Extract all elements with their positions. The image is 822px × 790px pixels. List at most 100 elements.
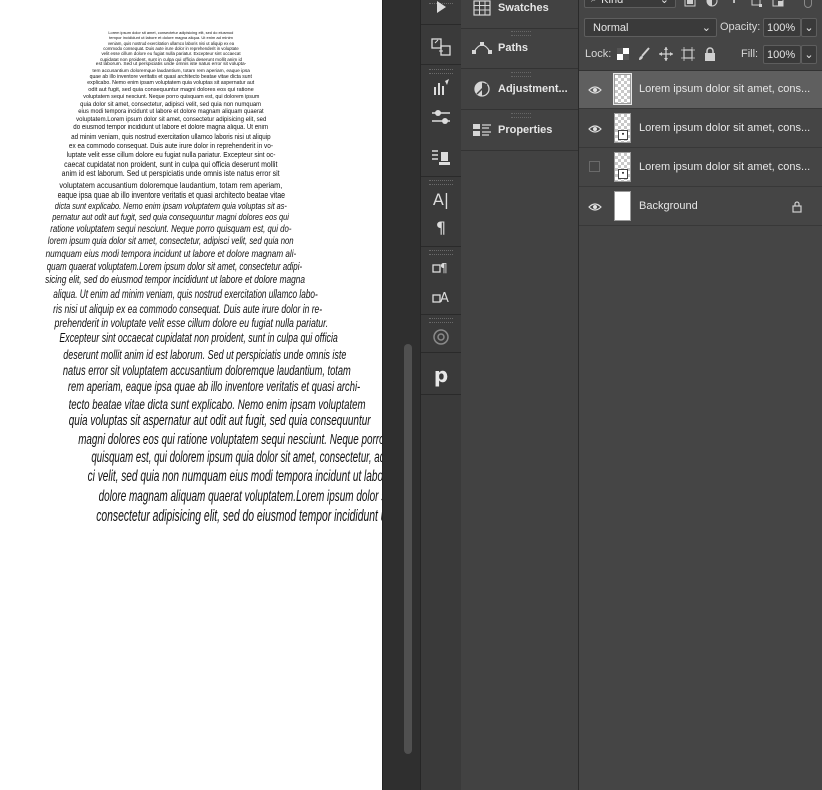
lock-transparent-pixels-icon[interactable] bbox=[616, 47, 630, 61]
brush-settings-icon[interactable] bbox=[426, 106, 456, 128]
layer-row-text-1[interactable]: Lorem ipsum dolor sit amet, cons... bbox=[579, 71, 822, 109]
search-icon: ⌕ bbox=[591, 0, 597, 6]
canvas-text-run: deserunt mollit anim id est laborum. Sed… bbox=[63, 346, 347, 362]
canvas-text-run: ex ea commodo consequat. Duis aute irure… bbox=[68, 141, 274, 151]
canvas-text-run: ad minim veniam, quis nostrud exercitati… bbox=[71, 132, 271, 141]
lock-image-pixels-brush-icon[interactable] bbox=[637, 47, 651, 61]
layer-name[interactable]: Lorem ipsum dolor sit amet, cons... bbox=[639, 161, 814, 173]
vertical-scrollbar[interactable] bbox=[404, 344, 412, 754]
filter-shape-icon[interactable] bbox=[749, 0, 763, 8]
canvas-text-line: voluptatem.Lorem ipsum dolor sit amet, c… bbox=[0, 116, 342, 124]
filter-kind-select[interactable]: ⌕ Kind ⌄ bbox=[584, 0, 676, 8]
layer-name[interactable]: Lorem ipsum dolor sit amet, cons... bbox=[639, 83, 814, 95]
canvas-text-run: prehenderit in voluptate velit esse cill… bbox=[54, 316, 329, 331]
eye-icon[interactable] bbox=[588, 122, 602, 136]
grip-handle[interactable] bbox=[429, 318, 453, 323]
chevron-down-icon: ⌄ bbox=[701, 22, 711, 34]
canvas-text-block[interactable]: Lorem ipsum dolor sit amet, consectetur … bbox=[0, 30, 382, 526]
canvas-text-run: sicing elit, sed do eiusmod tempor incid… bbox=[45, 274, 305, 287]
layer-name[interactable]: Background bbox=[639, 200, 814, 212]
canvas-text-run: lorem ipsum quia dolor sit amet, consect… bbox=[48, 235, 294, 247]
panel-label: Swatches bbox=[498, 2, 549, 14]
layer-row-text-2[interactable]: ▪ Lorem ipsum dolor sit amet, cons... bbox=[579, 110, 822, 148]
swatches-grid-icon bbox=[469, 0, 495, 16]
grip-handle[interactable] bbox=[429, 69, 453, 74]
canvas-text-line: pernatur aut odit aut fugit, sed quia co… bbox=[0, 212, 342, 224]
panel-swatches[interactable]: Swatches bbox=[461, 0, 578, 29]
canvas-text-line: ci velit, sed quia non numquam eius modi… bbox=[0, 467, 382, 486]
canvas-text-run: quia voluptas sit aspernatur aut odit au… bbox=[68, 412, 371, 429]
visibility-toggle-hidden[interactable] bbox=[589, 161, 600, 172]
canvas-text-line: numquam eius modi tempora incidunt ut la… bbox=[0, 248, 342, 261]
canvas-text-run: anim id est laborum. Sed ut perspiciatis… bbox=[62, 169, 280, 179]
canvas-text-line: consectetur adipisicing elit, sed do eiu… bbox=[0, 506, 382, 526]
canvas-text-run: do eiusmod tempor incididunt ut labore e… bbox=[73, 124, 269, 132]
lock-artboard-icon[interactable] bbox=[681, 47, 695, 61]
tool-presets-icon[interactable] bbox=[426, 146, 456, 168]
panel-paths[interactable]: Paths bbox=[461, 28, 578, 69]
canvas-text-line: ris nisi ut aliquip ex ea commodo conseq… bbox=[0, 302, 342, 317]
canvas-scroll-gutter bbox=[382, 0, 421, 790]
canvas-text-line: dicta sunt explicabo. Nemo enim ipsam vo… bbox=[0, 201, 342, 212]
opacity-input[interactable]: 100% bbox=[763, 18, 801, 37]
grip-handle[interactable] bbox=[511, 72, 531, 77]
fill-dropdown[interactable]: ⌄ bbox=[801, 45, 817, 64]
canvas-text-line: Excepteur sint occaecat cupidatat non pr… bbox=[0, 331, 342, 346]
canvas-text-run: quia dolor sit amet, consectetur, adipis… bbox=[80, 101, 262, 109]
panel-adjustments[interactable]: Adjustment... bbox=[461, 69, 578, 110]
layer-name[interactable]: Lorem ipsum dolor sit amet, cons... bbox=[639, 122, 814, 134]
layer-row-background[interactable]: Background bbox=[579, 188, 822, 226]
canvas-text-line: deserunt mollit anim id est laborum. Sed… bbox=[0, 347, 346, 363]
brushes-icon[interactable] bbox=[426, 76, 456, 98]
grip-handle[interactable] bbox=[511, 113, 531, 118]
play-action-icon[interactable] bbox=[426, 0, 456, 18]
filter-smart-object-icon[interactable] bbox=[771, 0, 785, 8]
character-panel-icon[interactable]: A| bbox=[426, 188, 456, 210]
eye-icon[interactable] bbox=[588, 83, 602, 97]
chevron-down-icon: ⌄ bbox=[804, 22, 814, 34]
divider bbox=[421, 314, 461, 315]
filter-toggle-switch[interactable] bbox=[804, 0, 812, 8]
paragraph-styles-icon[interactable]: ¶ bbox=[426, 257, 456, 279]
canvas-text-line: quam quaerat voluptatem.Lorem ipsum dolo… bbox=[0, 261, 342, 274]
opacity-dropdown[interactable]: ⌄ bbox=[801, 18, 817, 37]
document-canvas[interactable]: Lorem ipsum dolor sit amet, consectetur … bbox=[0, 0, 382, 790]
canvas-text-run: aliqua. Ut enim ad minim veniam, quis no… bbox=[53, 288, 318, 301]
panel-properties[interactable]: Properties bbox=[461, 110, 578, 151]
canvas-text-line: rem aperiam, eaque ipsa quae ab illo inv… bbox=[0, 379, 360, 396]
grip-handle[interactable] bbox=[429, 180, 453, 185]
panel-label: Properties bbox=[498, 124, 553, 136]
blend-mode-select[interactable]: Normal ⌄ bbox=[584, 18, 717, 37]
fill-label: Fill: bbox=[741, 48, 759, 60]
lock-position-move-icon[interactable] bbox=[659, 47, 673, 61]
canvas-text-line: caecat cupidatat non proident, sunt in c… bbox=[0, 160, 342, 170]
3d-panel-icon[interactable] bbox=[426, 326, 456, 348]
lock-all-icon[interactable] bbox=[703, 47, 717, 61]
canvas-text-run: caecat cupidatat non proident, sunt in c… bbox=[64, 159, 278, 169]
filter-pixel-icon[interactable] bbox=[683, 0, 697, 8]
eye-icon[interactable] bbox=[588, 200, 602, 214]
layer-row-text-3[interactable]: ▪ Lorem ipsum dolor sit amet, cons... bbox=[579, 149, 822, 187]
opacity-value: 100% bbox=[767, 21, 796, 34]
glyphs-icon[interactable]: p bbox=[426, 363, 456, 387]
fill-input[interactable]: 100% bbox=[763, 45, 801, 64]
filter-type-icon[interactable]: T bbox=[727, 0, 741, 6]
canvas-text-line: explicabo. Nemo enim ipsam voluptatem qu… bbox=[0, 80, 342, 87]
canvas-text-line: sicing elit, sed do eiusmod tempor incid… bbox=[0, 274, 342, 288]
divider bbox=[421, 246, 461, 247]
filter-adjustment-icon[interactable] bbox=[705, 0, 719, 8]
canvas-text-line: voluptatem accusantium doloremque laudan… bbox=[0, 180, 342, 190]
grip-handle[interactable] bbox=[429, 250, 453, 255]
canvas-text-run: ci velit, sed quia non numquam eius modi… bbox=[87, 468, 382, 486]
grip-handle[interactable] bbox=[511, 31, 531, 36]
canvas-text-run: luptate velit esse cillum dolore eu fugi… bbox=[66, 150, 276, 160]
properties-icon bbox=[469, 122, 495, 138]
clone-source-icon[interactable] bbox=[426, 36, 456, 58]
canvas-text-line: prehenderit in voluptate velit esse cill… bbox=[0, 316, 342, 331]
layer-thumbnail bbox=[613, 73, 632, 105]
paragraph-panel-icon[interactable]: ¶ bbox=[426, 216, 456, 238]
canvas-text-run: voluptatem accusantium doloremque laudan… bbox=[59, 179, 283, 190]
canvas-text-run: pernatur aut odit aut fugit, sed quia co… bbox=[52, 212, 290, 224]
canvas-text-run: quam quaerat voluptatem.Lorem ipsum dolo… bbox=[46, 260, 303, 273]
character-styles-icon[interactable]: A bbox=[426, 286, 456, 308]
